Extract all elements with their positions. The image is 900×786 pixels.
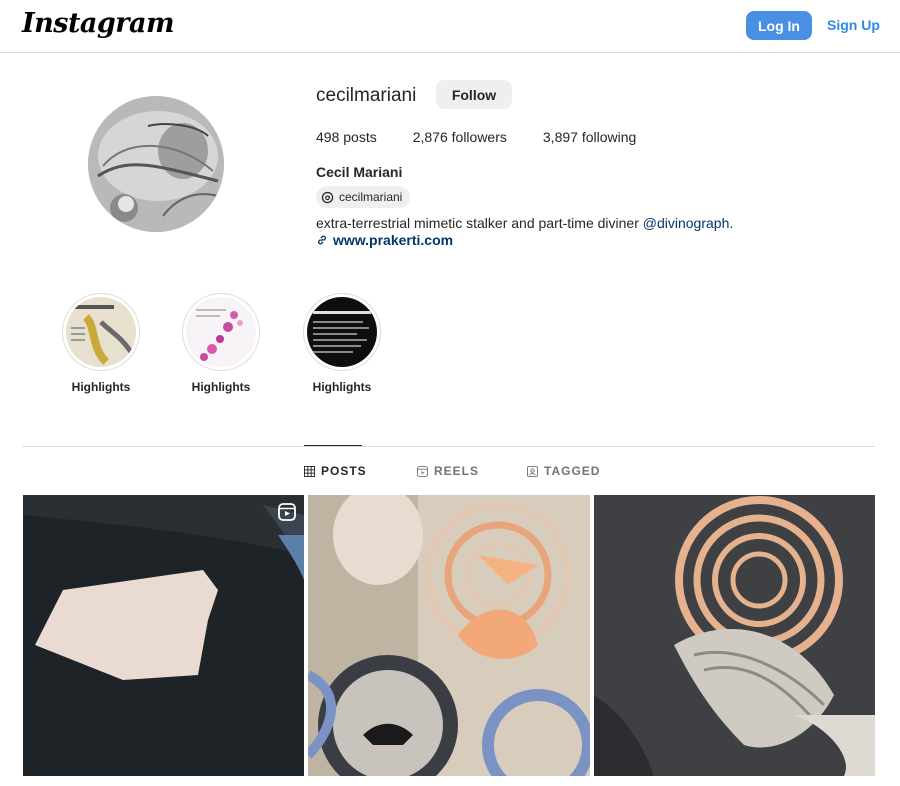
top-nav-bar: Instagram Log In Sign Up <box>0 0 900 53</box>
reels-icon <box>417 465 428 477</box>
signup-link[interactable]: Sign Up <box>827 17 880 33</box>
tabs-divider <box>22 446 875 447</box>
highlight-label: Highlights <box>71 380 131 394</box>
follow-button[interactable]: Follow <box>436 80 512 109</box>
post-thumbnail[interactable] <box>23 495 304 776</box>
posts-count: 498 posts <box>316 129 377 145</box>
highlight-label: Highlights <box>191 380 251 394</box>
threads-badge[interactable]: cecilmariani <box>316 186 411 208</box>
tab-reels-label: REELS <box>434 464 480 478</box>
post-thumbnail[interactable] <box>594 780 875 786</box>
profile-full-name: Cecil Mariani <box>316 164 403 180</box>
following-count[interactable]: 3,897 following <box>543 129 636 145</box>
followers-count[interactable]: 2,876 followers <box>413 129 507 145</box>
highlight-cover-image <box>307 297 377 367</box>
tab-tagged-label: TAGGED <box>544 464 601 478</box>
story-highlight[interactable]: Highlights <box>181 293 261 394</box>
story-highlight[interactable]: Highlights <box>302 293 382 394</box>
website-link[interactable]: www.prakerti.com <box>316 232 453 248</box>
highlight-cover-image <box>186 297 256 367</box>
post-thumbnail[interactable] <box>308 495 590 776</box>
login-button[interactable]: Log In <box>746 11 812 40</box>
link-icon <box>318 235 326 245</box>
tab-posts[interactable]: POSTS <box>304 464 367 478</box>
bio-mention-link[interactable]: @divinograph <box>643 215 730 231</box>
post-thumbnail[interactable] <box>23 780 304 786</box>
reel-icon <box>278 503 296 521</box>
profile-bio: extra-terrestrial mimetic stalker and pa… <box>316 215 733 231</box>
threads-icon <box>321 191 334 203</box>
post-thumbnail[interactable] <box>594 495 875 776</box>
tagged-icon <box>527 465 538 477</box>
bio-text: extra-terrestrial mimetic stalker and pa… <box>316 215 643 231</box>
instagram-logo[interactable]: Instagram <box>22 8 175 39</box>
post-thumbnail[interactable] <box>308 780 590 786</box>
profile-username: cecilmariani <box>316 85 417 106</box>
grid-icon <box>304 465 315 477</box>
profile-avatar[interactable] <box>88 96 224 232</box>
tab-posts-label: POSTS <box>321 464 367 478</box>
tab-tagged[interactable]: TAGGED <box>527 464 600 478</box>
story-highlight[interactable]: Highlights <box>61 293 141 394</box>
tab-reels[interactable]: REELS <box>417 464 479 478</box>
active-tab-indicator <box>304 445 362 446</box>
threads-handle: cecilmariani <box>339 190 403 204</box>
bio-period: . <box>729 215 734 231</box>
website-text: www.prakerti.com <box>333 232 454 248</box>
profile-stats: 498 posts 2,876 followers 3,897 followin… <box>316 129 672 145</box>
highlight-cover-image <box>66 297 136 367</box>
highlight-label: Highlights <box>312 380 372 394</box>
